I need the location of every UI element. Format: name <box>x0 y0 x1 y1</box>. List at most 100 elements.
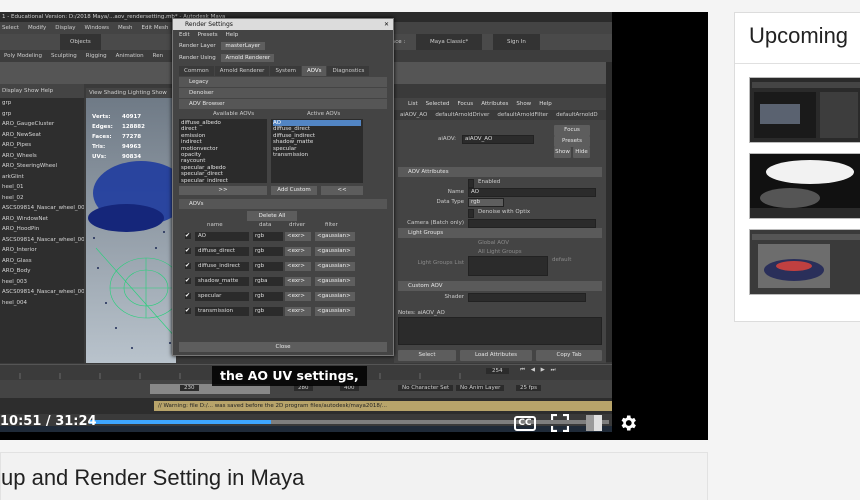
anim-layer-dropdown[interactable]: No Anim Layer <box>456 385 505 391</box>
enabled-checkbox[interactable]: ✔ <box>185 248 191 254</box>
aov-node-field[interactable]: aiAOV_AO <box>462 135 534 144</box>
copy-tab-button[interactable]: Copy Tab <box>536 350 602 361</box>
enabled-checkbox[interactable]: ✔ <box>185 278 191 284</box>
outliner-item[interactable]: ASCS09814_Nascar_wheel_009 <box>0 203 84 214</box>
camera-field[interactable] <box>468 219 596 228</box>
render-using-dropdown[interactable]: Arnold Renderer <box>221 54 275 62</box>
aov-name-field[interactable]: diffuse_indirect <box>195 262 249 271</box>
notes-field[interactable] <box>398 317 602 345</box>
aov-name-field[interactable]: AO <box>195 232 249 241</box>
shelf-tab[interactable]: Sculpting <box>51 50 77 62</box>
aov-filter-dropdown[interactable]: <gaussian> <box>315 262 355 271</box>
light-groups-section[interactable]: Light Groups <box>398 228 602 238</box>
upcoming-thumbnail-2[interactable] <box>749 153 860 219</box>
custom-aov-section[interactable]: Custom AOV <box>398 281 602 291</box>
add-aov-button[interactable]: >> <box>179 186 267 195</box>
aov-data-field[interactable]: rgb <box>253 247 283 256</box>
aov-driver-dropdown[interactable]: <exr> <box>285 232 311 241</box>
attribute-tab[interactable]: defaultArnoldFilter <box>497 112 548 118</box>
attribute-menu-item[interactable]: List <box>408 101 418 107</box>
playback-controls[interactable]: ⏮ ◀ ▶ ⏭ <box>520 367 558 374</box>
denoise-checkbox[interactable] <box>468 209 474 218</box>
taskbar-item[interactable]: Nuke11.2v2 <box>280 426 313 432</box>
upcoming-thumbnail-3[interactable] <box>749 229 860 295</box>
workspace-dropdown[interactable]: Maya Classic* <box>415 34 483 50</box>
active-aov-item[interactable]: transmission <box>273 152 361 158</box>
outliner-item[interactable]: ARO_Body <box>0 266 84 277</box>
render-settings-tab[interactable]: Common <box>179 66 214 76</box>
fps-dropdown[interactable]: 25 fps <box>516 385 542 391</box>
aov-filter-dropdown[interactable]: <gaussian> <box>315 232 355 241</box>
maya-menu-item[interactable]: Mesh <box>118 22 132 34</box>
enabled-checkbox[interactable]: ✔ <box>185 293 191 299</box>
sign-in-button[interactable]: Sign In <box>492 34 540 50</box>
render-settings-menu-item[interactable]: Edit <box>179 32 190 38</box>
shelf-tab[interactable]: Rigging <box>86 50 107 62</box>
attribute-menu-item[interactable]: Attributes <box>481 101 508 107</box>
outliner-item[interactable]: heel_02 <box>0 193 84 204</box>
load-attributes-button[interactable]: Load Attributes <box>460 350 532 361</box>
render-settings-tab[interactable]: Arnold Renderer <box>214 66 270 76</box>
attribute-tab[interactable]: defaultArnoldD <box>556 112 597 118</box>
aov-driver-dropdown[interactable]: <exr> <box>285 277 311 286</box>
taskbar-item[interactable]: example.nk - N... <box>335 426 382 432</box>
aov-driver-dropdown[interactable]: <exr> <box>285 292 311 301</box>
aov-filter-dropdown[interactable]: <gaussian> <box>315 307 355 316</box>
upcoming-thumbnail-1[interactable] <box>749 77 860 143</box>
objects-dropdown[interactable]: Objects <box>60 34 101 50</box>
outliner-item[interactable]: ARO_SteeringWheel <box>0 161 84 172</box>
maya-menu-item[interactable]: Modify <box>28 22 46 34</box>
aov-name-field[interactable]: shadow_matte <box>195 277 249 286</box>
select-button[interactable]: Select <box>398 350 456 361</box>
attribute-menu-item[interactable]: Selected <box>426 101 450 107</box>
aov-name-field[interactable]: diffuse_direct <box>195 247 249 256</box>
show-button[interactable]: Show <box>554 147 571 158</box>
outliner-item[interactable]: ARO_Glass <box>0 256 84 267</box>
render-settings-menu-item[interactable]: Presets <box>198 32 218 38</box>
aov-data-field[interactable]: rgb <box>253 292 283 301</box>
data-type-dropdown[interactable]: rgb <box>468 198 504 207</box>
range-start-field[interactable]: 230 <box>180 385 199 391</box>
outliner-item[interactable]: ARO_WindowNet <box>0 214 84 225</box>
maya-menu-item[interactable]: Display <box>55 22 75 34</box>
aov-name-field[interactable]: transmission <box>195 307 249 316</box>
outliner-item[interactable]: ASCS09814_Nascar_wheel_007 <box>0 235 84 246</box>
remove-aov-button[interactable]: << <box>321 186 363 195</box>
outliner-item[interactable]: ARO_GaugeCluster <box>0 119 84 130</box>
aov-driver-dropdown[interactable]: <exr> <box>285 262 311 271</box>
aov-driver-dropdown[interactable]: <exr> <box>285 307 311 316</box>
aov-browser-section[interactable]: AOV Browser <box>179 99 387 109</box>
outliner-item[interactable]: heel_004 <box>0 298 84 309</box>
outliner-item[interactable]: ARO_Pipes <box>0 140 84 151</box>
current-frame-field[interactable]: 254 <box>486 368 509 374</box>
aov-attributes-section[interactable]: AOV Attributes <box>398 167 602 177</box>
light-groups-list[interactable] <box>468 256 548 276</box>
aov-name-field[interactable]: specular <box>195 292 249 301</box>
video-player[interactable]: 1 - Educational Version: D:/2018 Maya/..… <box>0 12 708 440</box>
add-custom-button[interactable]: Add Custom <box>271 186 317 195</box>
outliner-item[interactable]: ARO_HoodPin <box>0 224 84 235</box>
close-button[interactable]: Close <box>179 342 387 352</box>
enabled-checkbox[interactable]: ✔ <box>185 263 191 269</box>
outliner-item[interactable]: heel_003 <box>0 277 84 288</box>
render-settings-menu-item[interactable]: Help <box>226 32 239 38</box>
aov-data-field[interactable]: rgb <box>253 232 283 241</box>
enabled-checkbox[interactable] <box>468 179 474 188</box>
fullscreen-button[interactable] <box>549 412 571 434</box>
shelf-tab[interactable]: Animation <box>116 50 144 62</box>
attribute-menu-item[interactable]: Focus <box>457 101 473 107</box>
render-settings-tab[interactable]: AOVs <box>301 66 327 76</box>
shelf-tab[interactable]: Poly Modeling <box>4 50 42 62</box>
outliner-item[interactable]: ASCS09814_Nascar_wheel_008 <box>0 287 84 298</box>
enabled-checkbox[interactable]: ✔ <box>185 308 191 314</box>
close-icon[interactable]: ✕ <box>384 19 389 30</box>
taskbar-item[interactable]: 21.01.2019 <box>469 426 501 432</box>
aov-data-field[interactable]: rgb <box>253 307 283 316</box>
attribute-tab[interactable]: aiAOV_AO <box>400 112 427 118</box>
taskbar-item[interactable]: Output Window <box>146 426 189 432</box>
aov-filter-dropdown[interactable]: <gaussian> <box>315 277 355 286</box>
outliner-item[interactable]: ARO_Wheels <box>0 151 84 162</box>
legacy-section[interactable]: Legacy <box>179 77 387 87</box>
shader-field[interactable] <box>468 293 586 302</box>
outliner-item[interactable]: ARO_NewSeat <box>0 130 84 141</box>
